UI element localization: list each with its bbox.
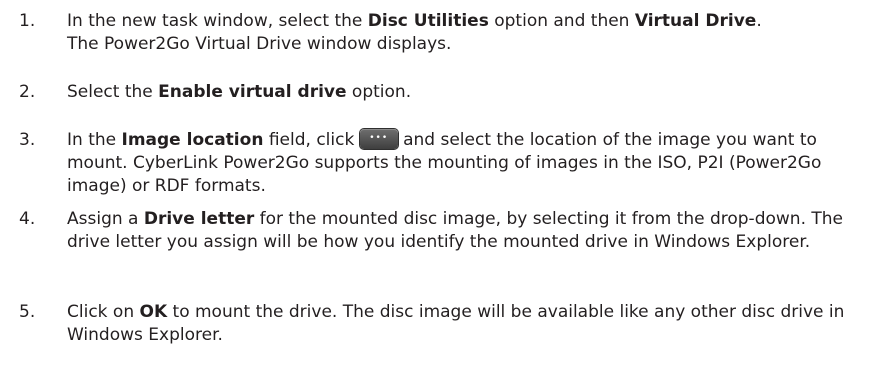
- step-text-segment: field, click: [263, 130, 360, 150]
- step-text-segment: Click on: [67, 302, 140, 322]
- step-text-segment: option and then: [488, 11, 635, 31]
- step-number: 2.: [19, 82, 36, 102]
- ui-term-drive-letter: Drive letter: [143, 209, 255, 229]
- ui-term-image-location: Image location: [121, 130, 264, 150]
- step-number: 5.: [19, 302, 36, 322]
- step-text: In the new task window, select the Disc …: [67, 10, 870, 56]
- step-text-segment: In the new task window, select the: [67, 11, 368, 31]
- step-number: 3.: [19, 130, 36, 150]
- step-text-segment: Assign a: [67, 209, 144, 229]
- step-text-segment: to mount the drive. The disc image will …: [67, 302, 845, 345]
- step-text-segment: In the: [67, 130, 122, 150]
- step-text-segment: The Power2Go Virtual Drive window displa…: [67, 34, 452, 54]
- step-text-segment: .: [756, 11, 762, 31]
- step-number: 1.: [19, 11, 36, 31]
- step-number: 4.: [19, 209, 36, 229]
- ui-term-disc-utilities: Disc Utilities: [367, 11, 489, 31]
- step-text: Select the Enable virtual drive option.: [67, 81, 870, 104]
- step-text: Assign a Drive letter for the mounted di…: [67, 208, 870, 254]
- step-text-segment: Select the: [67, 82, 159, 102]
- ui-term-enable-virtual-drive: Enable virtual drive: [158, 82, 347, 102]
- step-text: Click on OK to mount the drive. The disc…: [67, 301, 870, 347]
- step-text-segment: option.: [346, 82, 412, 102]
- step-text: In the Image location field, click and s…: [67, 129, 870, 198]
- ui-term-virtual-drive: Virtual Drive: [634, 11, 757, 31]
- ui-term-ok: OK: [139, 302, 168, 322]
- ellipsis-browse-icon: [359, 129, 398, 149]
